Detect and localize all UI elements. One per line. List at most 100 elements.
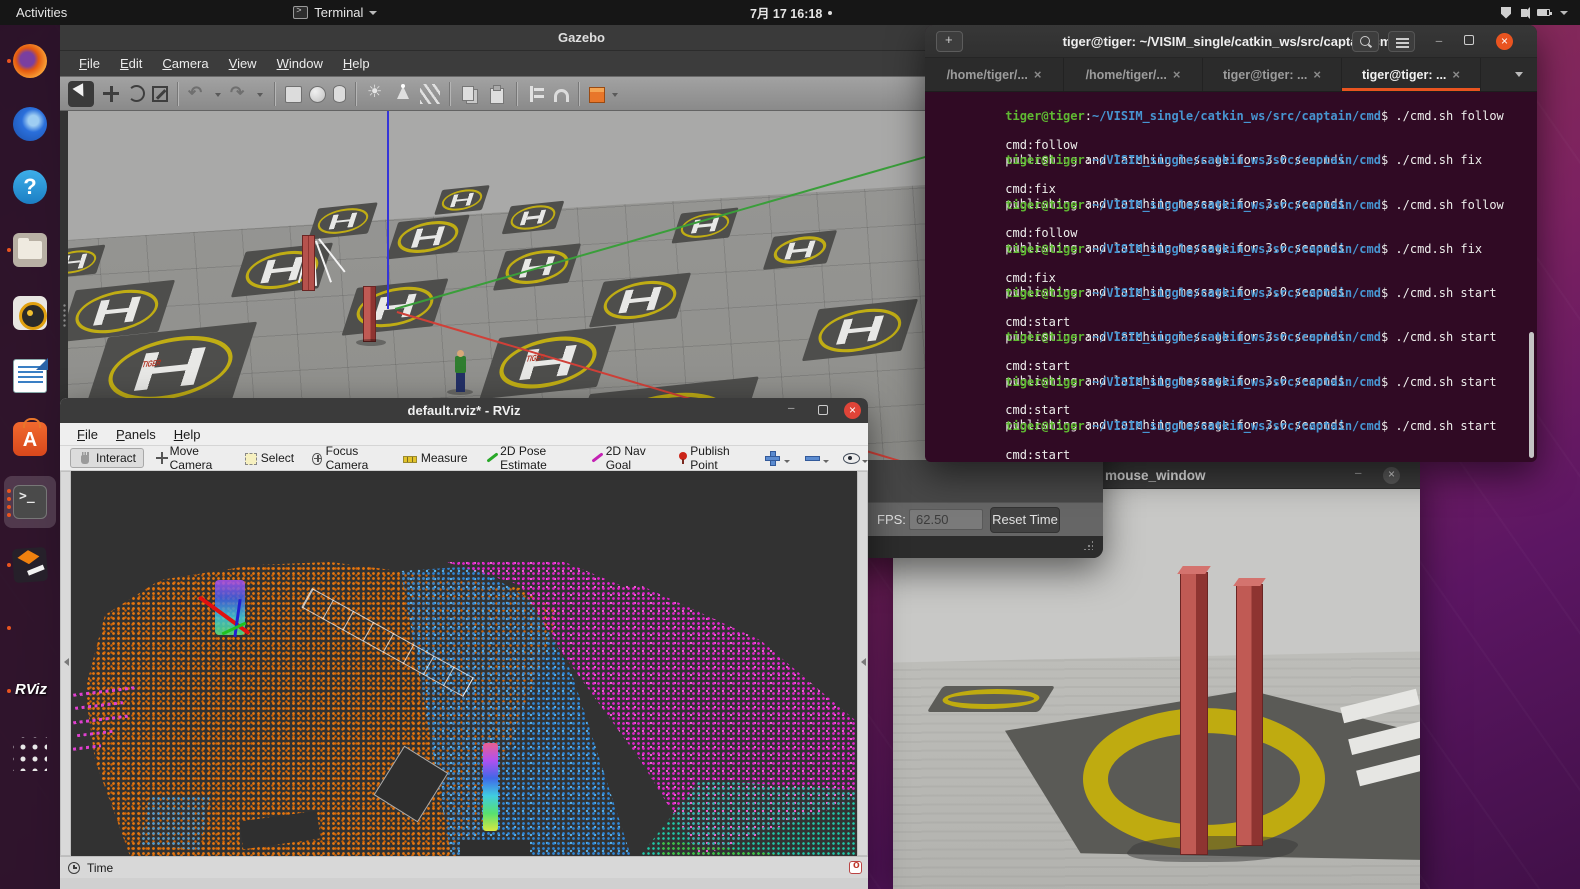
- close-icon[interactable]: [1452, 67, 1460, 82]
- dock-item[interactable]: [4, 539, 56, 591]
- minimize-button[interactable]: [788, 403, 794, 413]
- toolbar-icon[interactable]: [188, 84, 208, 104]
- resize-grip[interactable]: [1083, 540, 1093, 550]
- maximize-button[interactable]: [818, 405, 828, 415]
- toolbar-icon[interactable]: [366, 84, 386, 104]
- terminal-tab[interactable]: tiger@tiger: ...: [1342, 58, 1481, 91]
- panel-close-button[interactable]: [849, 861, 862, 874]
- toolbar-icon[interactable]: [177, 82, 179, 106]
- toolbar-icon[interactable]: [309, 86, 326, 103]
- toolbar-icon[interactable]: [449, 82, 451, 106]
- close-button[interactable]: [1383, 467, 1400, 484]
- dock-item[interactable]: [4, 35, 56, 87]
- activities-button[interactable]: Activities: [0, 0, 83, 25]
- close-icon[interactable]: [1173, 67, 1181, 82]
- terminal-tab[interactable]: tiger@tiger: ...: [1203, 58, 1342, 91]
- zoom-in-button[interactable]: [762, 449, 779, 467]
- terminal-content[interactable]: tiger@tiger:~/VISIM_single/catkin_ws/src…: [925, 92, 1537, 462]
- views-panel-collapsed[interactable]: [857, 471, 868, 856]
- chevron-down-icon[interactable]: [784, 449, 790, 467]
- toolbar-icon[interactable]: [578, 82, 580, 106]
- menu-item[interactable]: Help: [165, 426, 210, 443]
- scrollbar-thumb[interactable]: [1529, 332, 1534, 458]
- menu-item[interactable]: File: [70, 54, 109, 73]
- close-icon[interactable]: [1313, 67, 1321, 82]
- toolbar-icon[interactable]: [285, 86, 302, 103]
- toolbar-icon[interactable]: [487, 84, 507, 104]
- toolbar-icon[interactable]: [516, 82, 518, 106]
- rviz-tool-button[interactable]: Move Camera: [148, 442, 234, 474]
- close-icon[interactable]: [1034, 67, 1042, 82]
- menu-item[interactable]: Camera: [153, 54, 217, 73]
- system-status-area[interactable]: [1501, 0, 1568, 25]
- toolbar-icon[interactable]: [215, 84, 223, 104]
- app-icon: RViz: [13, 674, 47, 708]
- menu-item[interactable]: File: [68, 426, 107, 443]
- dock-item[interactable]: [4, 476, 56, 528]
- toolbar-icon[interactable]: [257, 84, 265, 104]
- toolbar-icon[interactable]: [460, 84, 480, 104]
- toolbar-icon[interactable]: [527, 84, 547, 104]
- close-button[interactable]: [1496, 33, 1513, 50]
- toolbar-icon[interactable]: [355, 82, 357, 106]
- terminal-tab[interactable]: /home/tiger/...: [1064, 58, 1203, 91]
- dock-item[interactable]: [4, 602, 56, 654]
- search-button[interactable]: [1352, 31, 1379, 52]
- rviz-tool-button[interactable]: Publish Point: [669, 442, 751, 474]
- toolbar-icon[interactable]: [612, 84, 620, 104]
- rviz-titlebar[interactable]: default.rviz* - RViz: [60, 398, 868, 423]
- reset-time-button[interactable]: Reset Time: [990, 507, 1060, 533]
- dock-item[interactable]: [4, 224, 56, 276]
- rviz-tool-button[interactable]: Measure: [396, 449, 475, 467]
- rviz-3d-view[interactable]: [71, 471, 857, 856]
- toolbar-icon[interactable]: [101, 84, 121, 104]
- toolbar-icon[interactable]: [554, 89, 569, 102]
- visibility-button[interactable]: [841, 449, 858, 467]
- menu-item[interactable]: Edit: [111, 54, 151, 73]
- menu-item[interactable]: Help: [334, 54, 379, 73]
- maximize-button[interactable]: [1464, 35, 1474, 45]
- hamburger-menu-button[interactable]: [1388, 31, 1415, 52]
- time-panel-header[interactable]: Time: [60, 856, 868, 878]
- toolbar-icon[interactable]: [333, 85, 346, 103]
- toolbar-icon[interactable]: [393, 84, 413, 104]
- menu-item[interactable]: Window: [268, 54, 332, 73]
- dock-item[interactable]: [4, 98, 56, 150]
- zoom-out-button[interactable]: [802, 449, 819, 467]
- rviz-tool-button[interactable]: Select: [238, 449, 301, 467]
- terminal-titlebar[interactable]: tiger@tiger: ~/VISIM_single/catkin_ws/sr…: [925, 25, 1537, 58]
- rviz-tool-button[interactable]: 2D Nav Goal: [584, 442, 665, 474]
- mouse-window-title: mouse_window: [1105, 468, 1206, 483]
- toolbar-icon[interactable]: [152, 86, 168, 102]
- rviz-tool-button[interactable]: 2D Pose Estimate: [479, 442, 581, 474]
- dock-item[interactable]: [4, 728, 56, 780]
- menu-item[interactable]: Panels: [107, 426, 165, 443]
- toolbar-icon[interactable]: [274, 82, 276, 106]
- tab-list-chevron[interactable]: [1515, 72, 1523, 77]
- chevron-down-icon[interactable]: [823, 449, 829, 467]
- close-button[interactable]: [844, 402, 861, 419]
- clock[interactable]: 7月 17 16:18: [750, 0, 832, 25]
- toolbar-icon[interactable]: [68, 81, 94, 107]
- terminal-tab[interactable]: /home/tiger/...: [925, 58, 1064, 91]
- displays-panel-collapsed[interactable]: [60, 471, 71, 856]
- toolbar-icon[interactable]: [589, 87, 605, 103]
- new-tab-button[interactable]: [936, 31, 963, 52]
- chevron-down-icon[interactable]: [862, 449, 868, 467]
- app-menu[interactable]: Terminal: [293, 5, 377, 20]
- menu-item[interactable]: View: [220, 54, 266, 73]
- dock-item[interactable]: [4, 350, 56, 402]
- rviz-tool-button[interactable]: Interact: [70, 448, 144, 468]
- minimize-button[interactable]: [1355, 468, 1361, 478]
- toolbar-icon[interactable]: [128, 85, 145, 102]
- rviz-tool-button[interactable]: Focus Camera: [305, 442, 392, 474]
- dock-item[interactable]: [4, 413, 56, 465]
- dock-item[interactable]: [4, 161, 56, 213]
- dock-item[interactable]: [4, 287, 56, 339]
- toolbar-icon[interactable]: [420, 84, 440, 104]
- dock-item[interactable]: RViz: [4, 665, 56, 717]
- app-icon: [13, 737, 47, 771]
- toolbar-icon[interactable]: [230, 84, 250, 104]
- minimize-button[interactable]: [1430, 33, 1448, 49]
- fps-value-field[interactable]: 62.50: [909, 509, 983, 530]
